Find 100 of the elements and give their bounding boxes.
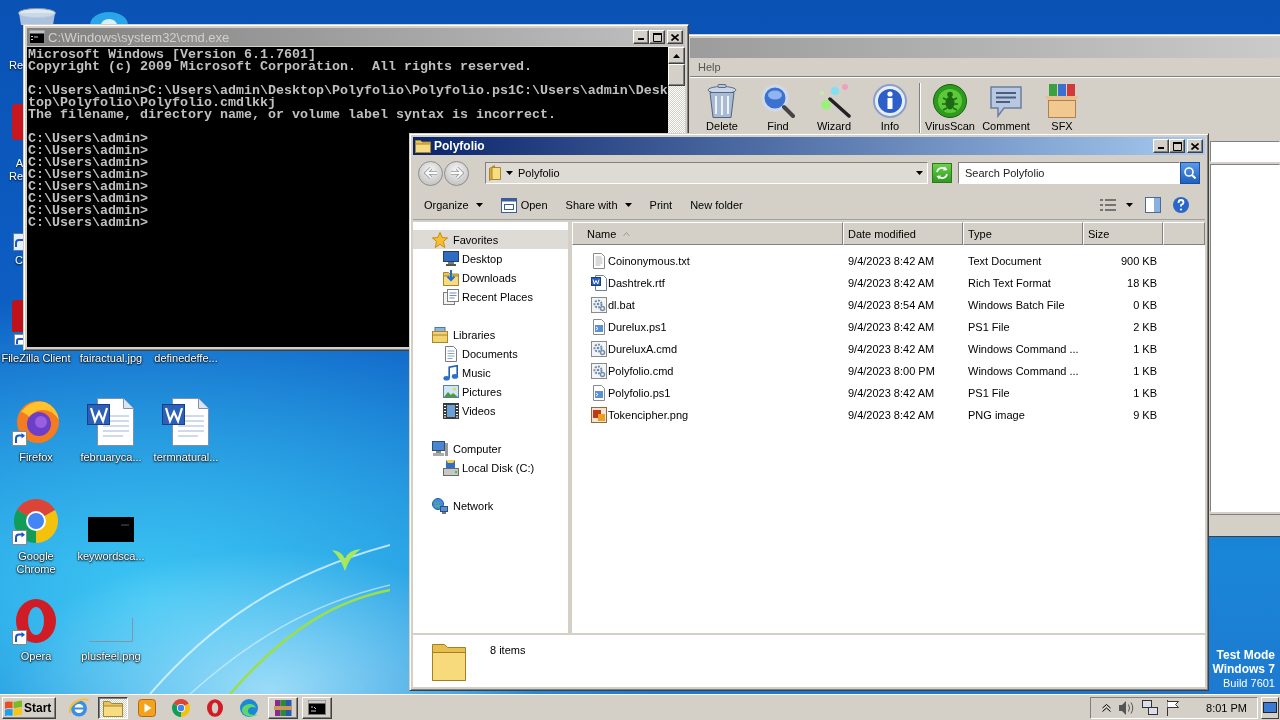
- console-line: C:\Users\admin>: [28, 169, 148, 181]
- nav-item[interactable]: Libraries: [413, 325, 568, 344]
- desktop-icon-label[interactable]: Re: [8, 59, 23, 72]
- caret-icon: [624, 203, 632, 207]
- computer-icon: [432, 440, 448, 457]
- nav-item[interactable]: Downloads: [413, 268, 568, 287]
- nav-item[interactable]: Music: [413, 363, 568, 382]
- scrollbar[interactable]: [668, 47, 685, 133]
- file-name[interactable]: dl.bat: [608, 299, 635, 311]
- refresh-icon: [935, 166, 949, 180]
- column-header[interactable]: Size: [1083, 222, 1163, 245]
- network-icon[interactable]: [1142, 700, 1159, 715]
- close-button[interactable]: [1187, 139, 1203, 153]
- minimize-button[interactable]: [1153, 139, 1169, 153]
- console-line: C:\Users\admin>: [28, 217, 148, 229]
- column-header[interactable]: Type: [963, 222, 1083, 245]
- forward-arrow-icon: [449, 167, 464, 179]
- nav-item[interactable]: Videos: [413, 401, 568, 420]
- scroll-up-button[interactable]: [668, 47, 685, 64]
- nav-item[interactable]: Desktop: [413, 249, 568, 268]
- back-button[interactable]: [418, 160, 443, 186]
- file-name[interactable]: Polyfolio.ps1: [608, 387, 671, 399]
- gear-file-icon: [591, 363, 607, 379]
- desktop-icon-label[interactable]: FileZilla Client: [1, 352, 71, 365]
- toolbar-button[interactable]: Find: [750, 80, 806, 132]
- nav-item[interactable]: Favorites: [413, 230, 568, 249]
- file-size: 18 KB: [1127, 277, 1157, 289]
- toolbar-button[interactable]: Print: [643, 194, 679, 216]
- search-button[interactable]: [1180, 162, 1200, 184]
- clock[interactable]: 8:01 PM: [1206, 701, 1247, 714]
- toolbar-button[interactable]: Wizard: [806, 80, 862, 132]
- toolbar-button[interactable]: Comment: [978, 80, 1034, 132]
- preview-pane-icon[interactable]: [1145, 197, 1161, 213]
- menu-item[interactable]: Help: [698, 61, 721, 73]
- toolbar-button[interactable]: Open: [494, 194, 554, 216]
- file-type: Windows Command ...: [968, 365, 1079, 377]
- file-name[interactable]: DureluxA.cmd: [608, 343, 678, 355]
- image-thumbnail-icon[interactable]: [88, 517, 134, 542]
- address-bar[interactable]: Polyfolio: [485, 162, 928, 184]
- file-size: 0 KB: [1133, 299, 1157, 311]
- menu-button[interactable]: Share with: [559, 194, 638, 216]
- file-name[interactable]: Tokencipher.png: [608, 409, 689, 421]
- toolbar-button[interactable]: VirusScan: [922, 80, 978, 132]
- path-field[interactable]: [1210, 141, 1280, 162]
- word-document-icon: [591, 275, 607, 291]
- breadcrumb-item[interactable]: Polyfolio: [518, 167, 560, 179]
- file-name[interactable]: Polyfolio.cmd: [608, 365, 674, 377]
- desktop-icon-label[interactable]: A Re: [8, 157, 23, 183]
- forward-button[interactable]: [444, 160, 469, 186]
- taskbar-button[interactable]: [98, 696, 128, 719]
- file-name[interactable]: Durelux.ps1: [608, 321, 667, 333]
- file-date: 9/4/2023 8:00 PM: [848, 365, 935, 377]
- minimize-icon: [1158, 147, 1164, 149]
- picture-icon: [443, 383, 459, 400]
- desktop-icon-label[interactable]: definedeffe...: [154, 352, 218, 365]
- help-icon[interactable]: [1173, 197, 1189, 213]
- toolbar-button[interactable]: New folder: [684, 194, 749, 216]
- nav-item[interactable]: Pictures: [413, 382, 568, 401]
- toolbar-button[interactable]: Info: [862, 80, 918, 132]
- search-field[interactable]: Search Polyfolio: [959, 163, 1179, 183]
- chrome-logo-icon[interactable]: [12, 497, 60, 545]
- flag-icon[interactable]: [1166, 699, 1181, 716]
- file-date: 9/4/2023 8:42 AM: [848, 255, 935, 267]
- column-header[interactable]: Date modified: [843, 222, 963, 245]
- maximize-button[interactable]: [1169, 139, 1185, 153]
- file-date: 9/4/2023 8:42 AM: [848, 387, 935, 399]
- nav-item[interactable]: Documents: [413, 344, 568, 363]
- speech-bubble-icon: [989, 84, 1023, 118]
- network-icon: [432, 497, 448, 514]
- view-options-icon[interactable]: [1100, 199, 1116, 211]
- nav-item[interactable]: Recent Places: [413, 287, 568, 306]
- nav-item[interactable]: Computer: [413, 439, 568, 458]
- word-document-icon[interactable]: [87, 398, 135, 446]
- toolbar-button[interactable]: SFX: [1034, 80, 1090, 132]
- desktop-icon-label[interactable]: fairactual.jpg: [79, 352, 143, 365]
- console-line: C:\Users\admin>: [28, 193, 148, 205]
- scrollbar-thumb[interactable]: [668, 64, 685, 86]
- nav-item[interactable]: Network: [413, 496, 568, 515]
- file-name[interactable]: Coinonymous.txt: [608, 255, 690, 267]
- show-desktop-button[interactable]: [1261, 696, 1279, 719]
- file-type: Rich Text Format: [968, 277, 1051, 289]
- column-header[interactable]: Name: [572, 222, 843, 245]
- caret-icon[interactable]: [916, 171, 923, 175]
- file-name[interactable]: Dashtrek.rtf: [608, 277, 665, 289]
- blank-thumbnail-icon[interactable]: [89, 618, 133, 642]
- toolbar-button[interactable]: Delete: [694, 80, 750, 132]
- firefox-logo-icon[interactable]: [12, 398, 60, 446]
- image-file-icon: [591, 407, 607, 423]
- speaker-icon[interactable]: [1119, 699, 1135, 716]
- chevron-up-icon[interactable]: [1102, 703, 1112, 712]
- desktop-icon-label[interactable]: C: [8, 254, 23, 267]
- bug-icon: [933, 84, 967, 118]
- caret-icon[interactable]: [1126, 203, 1133, 207]
- refresh-button[interactable]: [932, 163, 952, 183]
- word-document-icon[interactable]: [162, 398, 210, 446]
- nav-item[interactable]: Local Disk (C:): [413, 458, 568, 477]
- caret-icon[interactable]: [506, 171, 513, 175]
- start-button[interactable]: Start: [2, 696, 56, 719]
- terminal-icon: [308, 700, 326, 715]
- menu-button[interactable]: Organize: [418, 194, 489, 216]
